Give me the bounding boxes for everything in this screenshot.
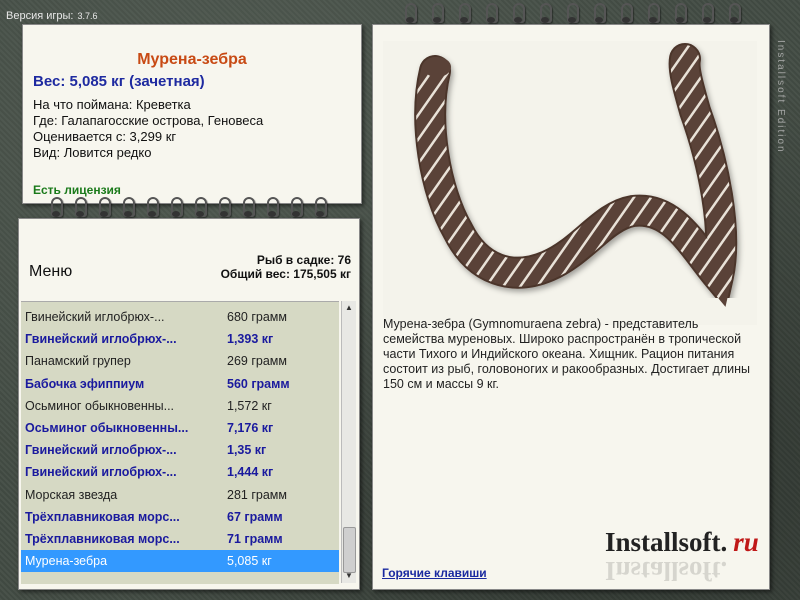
spiral-ring-icon bbox=[313, 197, 327, 219]
fish-row-weight: 67 грамм bbox=[227, 509, 283, 524]
spiral-ring-icon bbox=[592, 3, 606, 25]
spiral-ring-icon bbox=[430, 3, 444, 25]
fish-row-weight: 5,085 кг bbox=[227, 554, 272, 569]
spiral-ring-icon bbox=[49, 197, 63, 219]
spiral-ring-icon bbox=[619, 3, 633, 25]
fish-row-weight: 269 грамм bbox=[227, 354, 287, 369]
fish-description: Мурена-зебра (Gymnomuraena zebra) - пред… bbox=[383, 317, 751, 391]
list-item[interactable]: Осьминог обыкновенны... 1,572 кг bbox=[21, 395, 339, 417]
edition-side-text: Installsoft Edition bbox=[775, 40, 786, 154]
fish-row-name: Морская звезда bbox=[25, 487, 118, 502]
list-item[interactable]: Трёхплавниковая морс... 67 грамм bbox=[21, 506, 339, 528]
notebook-spiral bbox=[373, 3, 769, 37]
spiral-ring-icon bbox=[193, 197, 207, 219]
rarity-text: Вид: Ловится редко bbox=[33, 145, 152, 160]
fish-row-weight: 7,176 кг bbox=[227, 421, 274, 435]
fish-name-title: Мурена-зебра bbox=[137, 51, 247, 68]
installsoft-logo: Installsoft. ru bbox=[605, 527, 759, 558]
fish-row-name: Панамский групер bbox=[25, 354, 131, 369]
version-text: Версия игры: bbox=[6, 10, 74, 22]
logo-main: Installsoft. bbox=[605, 527, 728, 557]
fish-row-name: Трёхплавниковая морс... bbox=[25, 532, 180, 546]
list-item[interactable]: Гвинейский иглобрюх-... 1,35 кг bbox=[21, 439, 339, 461]
scroll-down-arrow-icon[interactable]: ▼ bbox=[342, 569, 356, 583]
license-status: Есть лицензия bbox=[33, 183, 121, 197]
spiral-ring-icon bbox=[241, 197, 255, 219]
notebook-spiral bbox=[19, 197, 359, 231]
fish-row-name: Осьминог обыкновенны... bbox=[25, 398, 175, 413]
hotkeys-link[interactable]: Горячие клавиши bbox=[382, 566, 487, 580]
fish-row-name: Гвинейский иглобрюх-... bbox=[25, 443, 177, 458]
total-weight: Общий вес: 175,505 кг bbox=[220, 267, 351, 281]
fish-count: Рыб в садке: 76 bbox=[256, 253, 351, 267]
fish-detail-card: Мурена-зебра (Gymnomuraena zebra) - пред… bbox=[372, 3, 770, 590]
spiral-ring-icon bbox=[217, 197, 231, 219]
spiral-ring-icon bbox=[727, 3, 741, 25]
fish-row-name: Гвинейский иглобрюх-... bbox=[25, 332, 177, 347]
list-item[interactable]: Бабочка эфиппиум 560 грамм bbox=[21, 373, 339, 395]
min-rated-text: Оценивается с: 3,299 кг bbox=[33, 129, 177, 144]
list-scrollbar[interactable]: ▲ ▼ bbox=[341, 301, 356, 583]
spiral-ring-icon bbox=[565, 3, 579, 25]
logo-reflection: Installsoft. bbox=[605, 556, 728, 586]
fish-row-weight: 560 грамм bbox=[227, 376, 290, 391]
logo-suffix: ru bbox=[733, 527, 759, 557]
fish-info-card: Мурена-зебра Вес: 5,085 кг (зачетная) На… bbox=[22, 24, 362, 204]
fish-row-weight: 71 грамм bbox=[227, 532, 283, 546]
fish-row-name: Осьминог обыкновенны... bbox=[25, 421, 189, 435]
list-item[interactable]: Мурена-зебра 5,085 кг bbox=[21, 550, 339, 573]
fish-row-name: Бабочка эфиппиум bbox=[25, 376, 145, 391]
fish-list[interactable]: Гвинейский иглобрюх-... 680 грамм Гвинейск… bbox=[21, 301, 339, 584]
fish-row-weight: 1,572 кг bbox=[227, 398, 272, 413]
fish-row-weight: 1,35 кг bbox=[227, 443, 267, 458]
fish-row-weight: 281 грамм bbox=[227, 487, 287, 502]
location-text: Где: Галапагосские острова, Геновеса bbox=[33, 113, 264, 128]
fish-row-name: Трёхплавниковая морс... bbox=[25, 509, 180, 524]
fish-weight: Вес: 5,085 кг (зачетная) bbox=[33, 73, 205, 90]
fish-row-name: Мурена-зебра bbox=[25, 554, 108, 569]
moray-eel-drawing bbox=[414, 43, 738, 312]
spiral-ring-icon bbox=[511, 3, 525, 25]
caught-on-text: На что поймана: Креветка bbox=[33, 97, 191, 112]
list-item[interactable]: Морская звезда 281 грамм bbox=[21, 484, 339, 506]
fish-row-weight: 680 грамм bbox=[227, 310, 287, 324]
spiral-ring-icon bbox=[484, 3, 498, 25]
list-item[interactable]: Трёхплавниковая морс... 71 грамм bbox=[21, 528, 339, 550]
spiral-ring-icon bbox=[73, 197, 87, 219]
fish-row-name: Гвинейский иглобрюх-... bbox=[25, 465, 177, 480]
spiral-ring-icon bbox=[145, 197, 159, 219]
spiral-ring-icon bbox=[700, 3, 714, 25]
spiral-ring-icon bbox=[457, 3, 471, 25]
spiral-ring-icon bbox=[289, 197, 303, 219]
list-item[interactable]: Панамский групер 269 грамм bbox=[21, 350, 339, 372]
version-number: 3.7.6 bbox=[77, 11, 98, 21]
spiral-ring-icon bbox=[97, 197, 111, 219]
list-item[interactable]: Гвинейский иглобрюх-... 1,444 кг bbox=[21, 461, 339, 483]
spiral-ring-icon bbox=[646, 3, 660, 25]
list-item[interactable]: Гвинейский иглобрюх-... 1,393 кг bbox=[21, 328, 339, 350]
version-label: Версия игры: 3.7.6 bbox=[6, 10, 98, 22]
moray-eel-image bbox=[383, 41, 757, 325]
scroll-thumb[interactable] bbox=[343, 527, 356, 573]
spiral-ring-icon bbox=[169, 197, 183, 219]
list-item[interactable]: Осьминог обыкновенны... 7,176 кг bbox=[21, 417, 339, 439]
spiral-ring-icon bbox=[538, 3, 552, 25]
menu-button[interactable]: Меню bbox=[29, 263, 72, 281]
spiral-ring-icon bbox=[121, 197, 135, 219]
list-item[interactable]: Гвинейский иглобрюх-... 680 грамм bbox=[21, 306, 339, 328]
spiral-ring-icon bbox=[673, 3, 687, 25]
scroll-up-arrow-icon[interactable]: ▲ bbox=[342, 301, 356, 315]
spiral-ring-icon bbox=[403, 3, 417, 25]
spiral-ring-icon bbox=[265, 197, 279, 219]
fish-list-card: Меню Рыб в садке: 76 Общий вес: 175,505 … bbox=[18, 197, 360, 590]
fish-row-weight: 1,444 кг bbox=[227, 465, 274, 480]
fish-row-name: Гвинейский иглобрюх-... bbox=[25, 310, 165, 324]
fish-row-weight: 1,393 кг bbox=[227, 332, 274, 347]
